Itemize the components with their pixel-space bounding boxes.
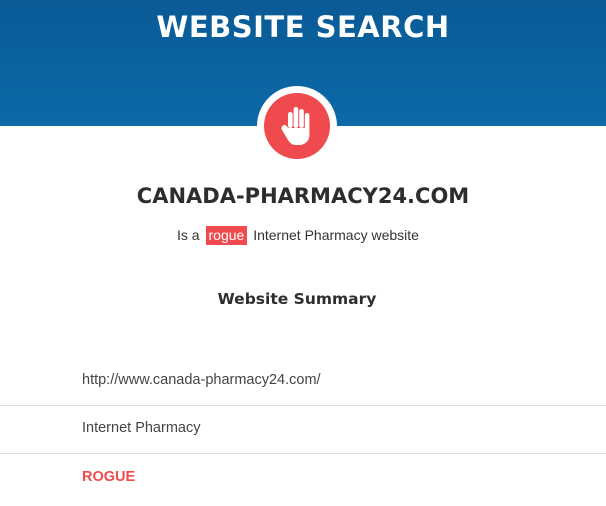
status-badge [257,86,337,166]
site-type: Internet Pharmacy [82,420,201,436]
verdict-line: Is a rogue Internet Pharmacy website [0,226,596,245]
summary-row-url: http://www.canada-pharmacy24.com/ [0,357,606,406]
verdict-tag: rogue [205,226,248,245]
hand-stop-icon [281,107,310,145]
site-name: CANADA-PHARMACY24.COM [136,184,470,208]
verdict-prefix: Is a [177,227,200,243]
site-url: http://www.canada-pharmacy24.com/ [82,372,321,388]
summary-title: Website Summary [217,290,377,308]
status-badge-circle [264,93,330,159]
verdict-suffix: Internet Pharmacy website [253,227,419,243]
summary-row-status: ROGUE [0,454,606,503]
summary-row-type: Internet Pharmacy [0,405,606,454]
page-title: WEBSITE SEARCH [156,10,450,44]
site-status: ROGUE [82,469,136,485]
